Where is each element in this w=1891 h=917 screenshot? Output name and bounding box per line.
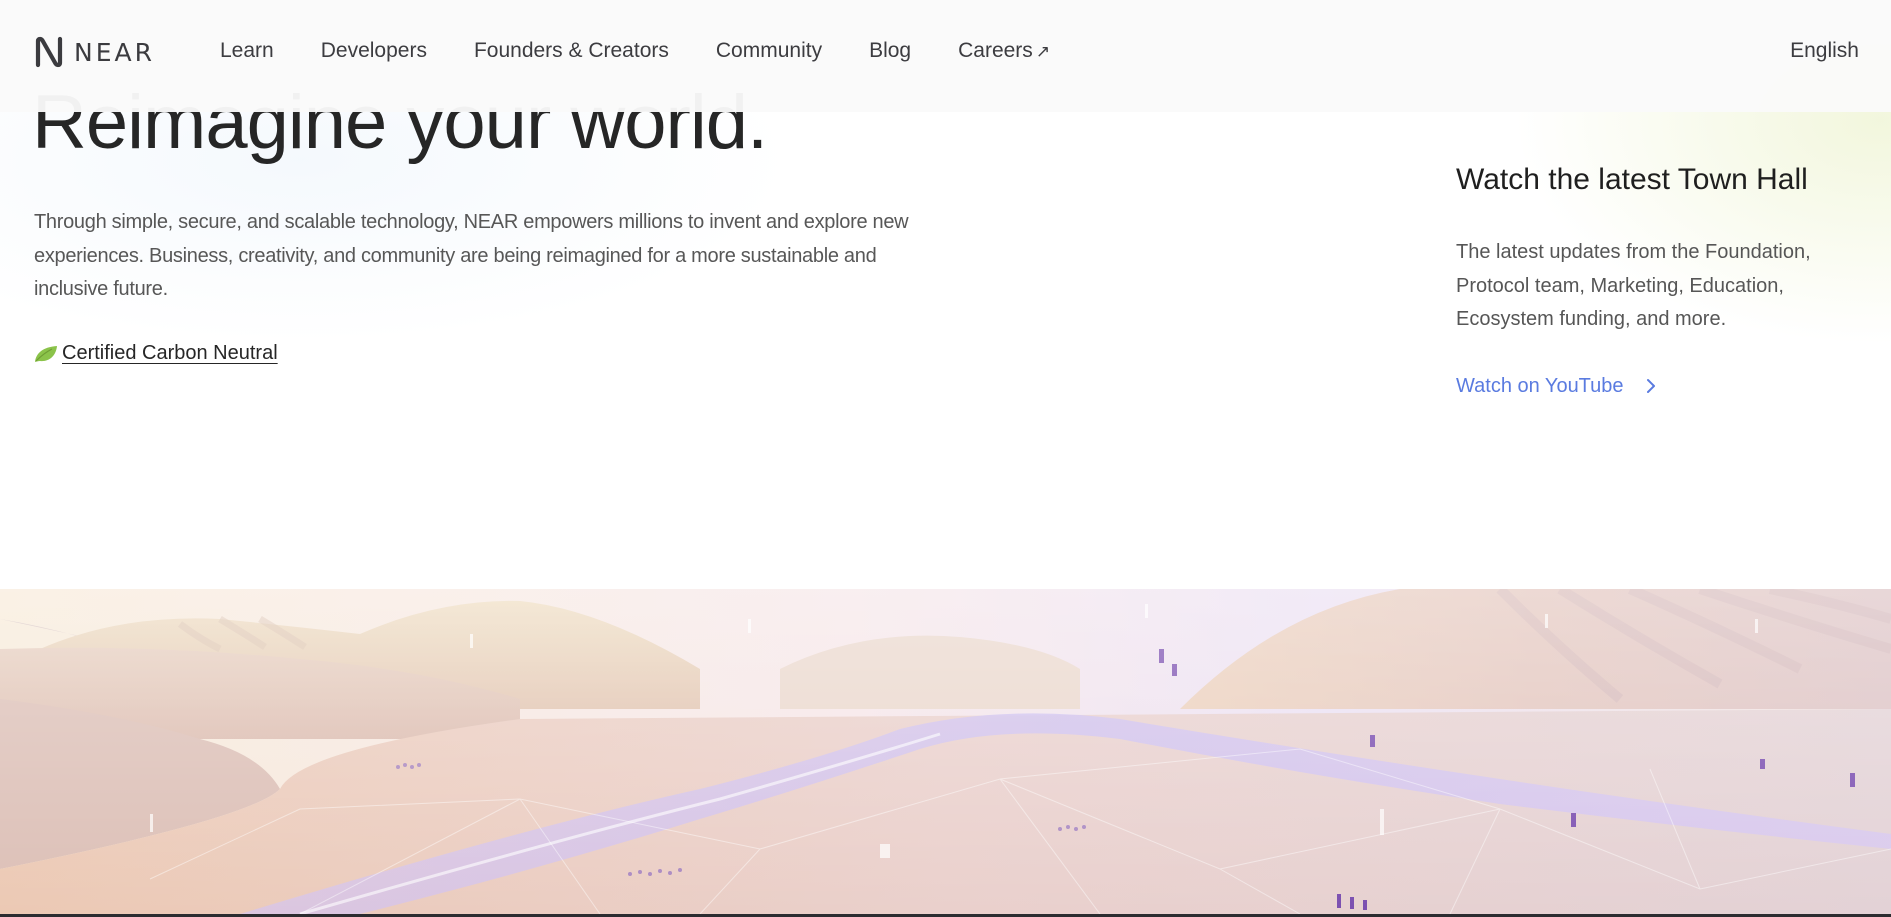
- watch-on-youtube-label: Watch on YouTube: [1456, 374, 1624, 397]
- nav-careers[interactable]: Careers ↗: [958, 38, 1050, 65]
- carbon-neutral-link[interactable]: Certified Carbon Neutral: [33, 342, 278, 365]
- townhall-description: The latest updates from the Foundation, …: [1456, 241, 1811, 330]
- nav-founders-creators[interactable]: Founders & Creators: [474, 38, 669, 65]
- hero-description: Through simple, secure, and scalable tec…: [34, 211, 909, 300]
- external-link-icon: ↗: [1035, 42, 1051, 61]
- townhall-card: Watch the latest Town Hall The latest up…: [1456, 162, 1876, 400]
- nav-developers[interactable]: Developers: [321, 38, 427, 65]
- near-logo-icon: [35, 36, 63, 68]
- watch-on-youtube-link[interactable]: Watch on YouTube: [1456, 372, 1876, 400]
- townhall-title: Watch the latest Town Hall: [1456, 163, 1808, 196]
- near-logo[interactable]: NEAR: [34, 36, 155, 68]
- logo-wordmark: NEAR: [74, 37, 155, 67]
- site-header: NEAR Learn Developers Founders & Creator…: [0, 0, 1891, 112]
- carbon-neutral-label: Certified Carbon Neutral: [62, 342, 278, 364]
- nav-learn[interactable]: Learn: [220, 38, 274, 65]
- nav-blog[interactable]: Blog: [869, 38, 911, 65]
- nav-careers-label: Careers: [958, 39, 1033, 62]
- chevron-right-icon: [1646, 378, 1655, 393]
- language-selector[interactable]: English: [1790, 38, 1859, 64]
- landscape-illustration: [0, 589, 1891, 914]
- landscape-art: [0, 589, 1891, 914]
- leaf-icon: [35, 345, 57, 362]
- main-nav: Learn Developers Founders & Creators Com…: [220, 38, 1050, 65]
- nav-community[interactable]: Community: [716, 38, 822, 65]
- page: NEAR Learn Developers Founders & Creator…: [0, 0, 1891, 917]
